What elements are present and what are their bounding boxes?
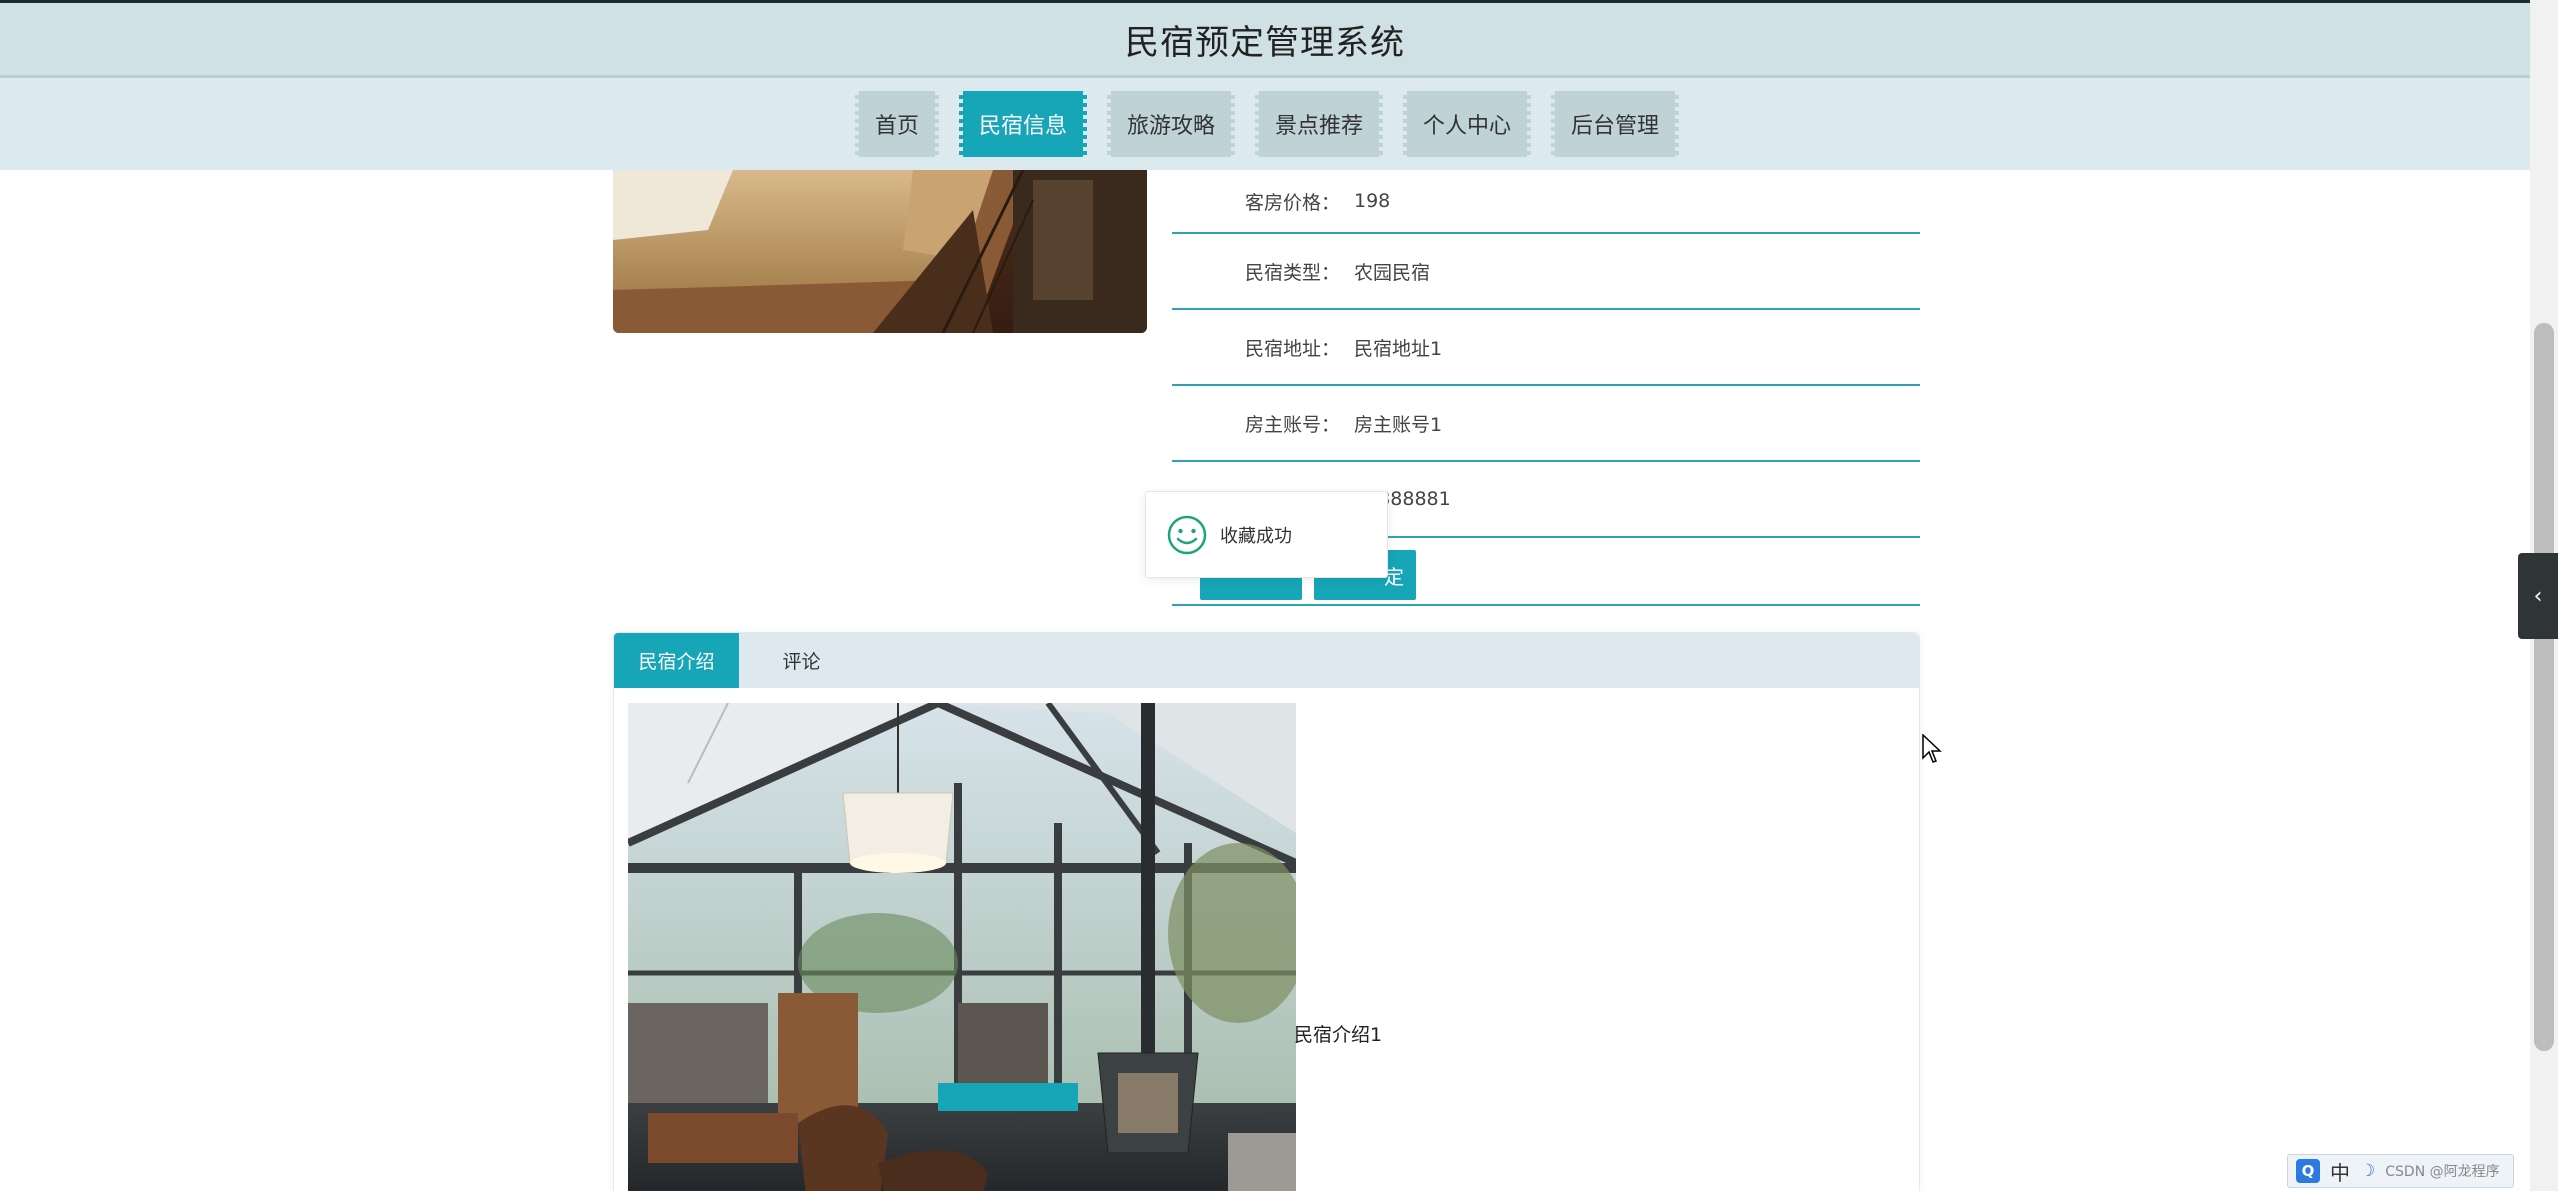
ime-mode-toggle[interactable]: 中 <box>2330 1157 2350 1186</box>
nav-list: 首页 民宿信息 旅游攻略 景点推荐 个人中心 后台管理 <box>854 91 1680 157</box>
detail-row-price: 客房价格： 198 <box>1172 170 1920 234</box>
room-photo-image <box>613 170 1147 333</box>
detail-label: 民宿地址： <box>1244 337 1340 360</box>
main-nav: 首页 民宿信息 旅游攻略 景点推荐 个人中心 后台管理 <box>0 78 2530 170</box>
tab-homestay-intro[interactable]: 民宿介绍 <box>614 633 739 688</box>
side-panel-toggle[interactable]: ‹ <box>2518 553 2558 639</box>
page: 民宿预定管理系统 首页 民宿信息 旅游攻略 景点推荐 个人中心 后台管理 客房价… <box>0 0 2558 1191</box>
scrollbar-thumb[interactable] <box>2534 323 2554 1051</box>
chevron-left-icon: ‹ <box>2533 583 2543 609</box>
tab-comments[interactable]: 评论 <box>739 633 864 688</box>
watermark-text: CSDN @阿龙程序 <box>2385 1164 2500 1180</box>
site-header: 民宿预定管理系统 <box>0 0 2530 78</box>
toast-message: 收藏成功 <box>1220 525 1292 547</box>
success-toast: 收藏成功 <box>1145 491 1388 578</box>
mouse-cursor-icon <box>1922 734 1942 763</box>
ime-toolbar: Q 中 ☽ CSDN @阿龙程序 <box>2287 1154 2514 1188</box>
intro-photo <box>628 703 1296 1191</box>
nav-item-travel-guides[interactable]: 旅游攻略 <box>1106 91 1236 157</box>
smile-icon <box>1167 515 1207 554</box>
detail-label: 客房价格： <box>1244 191 1340 214</box>
site-title: 民宿预定管理系统 <box>1125 22 1405 63</box>
nav-item-homestay-info[interactable]: 民宿信息 <box>958 91 1088 157</box>
tab-bar: 民宿介绍 评论 <box>614 633 1919 688</box>
tab-panel: 民宿介绍 评论 民宿介绍1 <box>613 632 1920 1191</box>
nav-item-attractions[interactable]: 景点推荐 <box>1255 91 1384 157</box>
detail-label: 房主账号： <box>1244 413 1340 436</box>
detail-value: 198 <box>1354 190 1391 212</box>
moon-icon[interactable]: ☽ <box>2360 1161 2375 1181</box>
nav-item-admin[interactable]: 后台管理 <box>1551 91 1680 157</box>
intro-text: 民宿介绍1 <box>1294 1024 1383 1046</box>
detail-label: 民宿类型： <box>1244 261 1340 284</box>
detail-value: 房主账号1 <box>1354 413 1443 436</box>
ime-logo-icon[interactable]: Q <box>2296 1159 2320 1183</box>
nav-item-home[interactable]: 首页 <box>854 91 939 157</box>
detail-row-address: 民宿地址： 民宿地址1 <box>1172 310 1920 386</box>
room-photo <box>613 170 1147 333</box>
nav-item-personal-center[interactable]: 个人中心 <box>1403 91 1532 157</box>
detail-value: 民宿地址1 <box>1354 337 1443 360</box>
detail-row-owner-account: 房主账号： 房主账号1 <box>1172 386 1920 462</box>
intro-photo-image <box>628 703 1296 1191</box>
detail-value: 农园民宿 <box>1354 261 1431 284</box>
detail-row-type: 民宿类型： 农园民宿 <box>1172 234 1920 310</box>
